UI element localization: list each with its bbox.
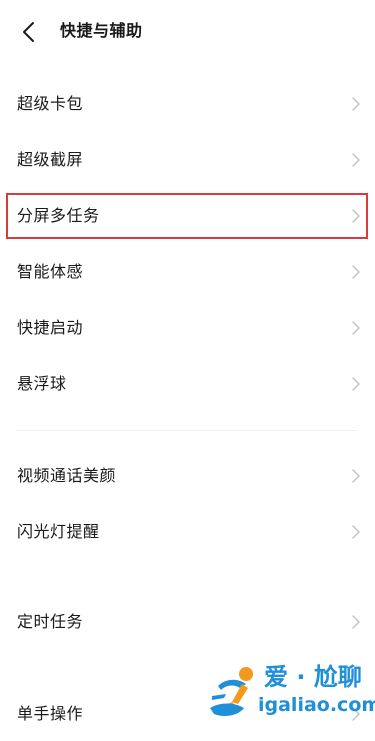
settings-item-label: 分屏多任务	[17, 206, 100, 225]
chevron-left-icon	[23, 22, 34, 42]
watermark: 爱 · 尬聊 igaliao.com	[208, 658, 375, 720]
chevron-right-icon	[352, 525, 360, 539]
watermark-url: igaliao.com	[258, 694, 375, 716]
settings-item-flash-reminder[interactable]: 闪光灯提醒	[0, 505, 375, 559]
group-divider	[16, 430, 357, 431]
settings-item-floating-ball[interactable]: 悬浮球	[0, 357, 375, 411]
chevron-right-icon	[352, 209, 360, 223]
settings-item-super-card-pack[interactable]: 超级卡包	[0, 77, 375, 131]
chevron-right-icon	[352, 615, 360, 629]
watermark-logo-icon	[210, 667, 253, 716]
settings-item-label: 快捷启动	[17, 318, 84, 337]
settings-item-label: 单手操作	[17, 704, 84, 723]
chevron-right-icon	[352, 153, 360, 167]
settings-item-video-call-beauty[interactable]: 视频通话美颜	[0, 449, 375, 503]
top-bar: 快捷与辅助	[0, 0, 375, 62]
settings-item-label: 视频通话美颜	[17, 466, 117, 485]
chevron-right-icon	[352, 97, 360, 111]
settings-item-label: 悬浮球	[17, 374, 67, 393]
chevron-right-icon	[352, 377, 360, 391]
chevron-right-icon	[352, 321, 360, 335]
chevron-right-icon	[352, 265, 360, 279]
settings-item-scheduled-tasks[interactable]: 定时任务	[0, 595, 375, 649]
settings-item-super-screenshot[interactable]: 超级截屏	[0, 133, 375, 187]
back-button[interactable]	[14, 16, 46, 48]
settings-item-smart-motion[interactable]: 智能体感	[0, 245, 375, 299]
settings-item-label: 闪光灯提醒	[17, 522, 100, 541]
settings-item-label: 超级截屏	[17, 150, 84, 169]
settings-item-label: 超级卡包	[17, 94, 84, 113]
chevron-right-icon	[352, 469, 360, 483]
settings-item-label: 定时任务	[17, 612, 84, 631]
watermark-text: 爱 · 尬聊	[264, 663, 362, 691]
settings-item-split-screen-multitask[interactable]: 分屏多任务	[0, 189, 375, 243]
settings-item-quick-launch[interactable]: 快捷启动	[0, 301, 375, 355]
page-title: 快捷与辅助	[60, 21, 143, 40]
settings-item-label: 智能体感	[17, 262, 84, 281]
